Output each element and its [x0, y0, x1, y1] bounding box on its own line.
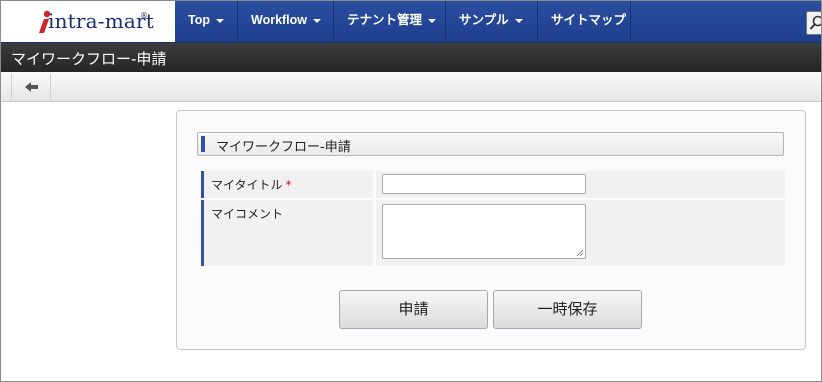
top-navigation-bar: intra-mart ® Top Workflow テナント管理 サンプル サイ…	[1, 1, 821, 43]
toolbar	[1, 72, 821, 102]
save-draft-button[interactable]: 一時保存	[493, 290, 642, 329]
field-label-text: マイタイトル	[211, 178, 283, 192]
page-title-bar: マイワークフロー-申請	[1, 43, 821, 72]
page-title: マイワークフロー-申請	[11, 50, 167, 68]
form-panel: マイワークフロー-申請 マイタイトル * マイコメント 申請 一時保存	[176, 110, 806, 350]
nav-item-label: サンプル	[459, 13, 509, 27]
nav-item-sitemap[interactable]: サイトマップ	[538, 1, 631, 42]
caret-down-icon	[215, 18, 224, 23]
form-row-title: マイタイトル *	[201, 171, 785, 198]
field-label-text: マイコメント	[211, 207, 284, 221]
caret-down-icon	[514, 18, 523, 23]
nav-item-label: テナント管理	[347, 13, 423, 27]
nav-item-tenant-admin[interactable]: テナント管理	[334, 1, 446, 42]
app-window: intra-mart ® Top Workflow テナント管理 サンプル サイ…	[0, 0, 822, 382]
apply-button[interactable]: 申請	[339, 290, 488, 329]
arrow-left-icon	[25, 82, 38, 92]
logo-text: intra-mart	[48, 9, 155, 33]
section-header: マイワークフロー-申請	[197, 132, 784, 156]
search-icon	[809, 15, 821, 30]
brand-logo[interactable]: intra-mart ®	[1, 1, 175, 42]
field-label-title: マイタイトル *	[201, 171, 373, 198]
nav-item-sample[interactable]: サンプル	[446, 1, 538, 42]
section-title: マイワークフロー-申請	[216, 140, 351, 155]
form-row-comment: マイコメント	[201, 200, 785, 266]
search-button[interactable]	[806, 11, 821, 35]
required-mark: *	[285, 178, 292, 192]
caret-down-icon	[313, 18, 322, 23]
registered-mark: ®	[140, 11, 148, 20]
field-label-comment: マイコメント	[201, 200, 373, 266]
resize-grip-icon[interactable]	[576, 249, 584, 257]
comment-textarea[interactable]	[382, 204, 586, 259]
nav-item-label: Top	[188, 13, 210, 27]
title-input[interactable]	[382, 174, 586, 194]
field-cell-comment	[376, 200, 785, 266]
nav-item-top[interactable]: Top	[175, 1, 238, 42]
nav-item-label: Workflow	[251, 13, 308, 27]
nav-item-label: サイトマップ	[551, 13, 627, 27]
field-cell-title	[376, 171, 785, 198]
nav-item-workflow[interactable]: Workflow	[238, 1, 334, 42]
back-button[interactable]	[11, 74, 51, 100]
caret-down-icon	[428, 18, 437, 23]
